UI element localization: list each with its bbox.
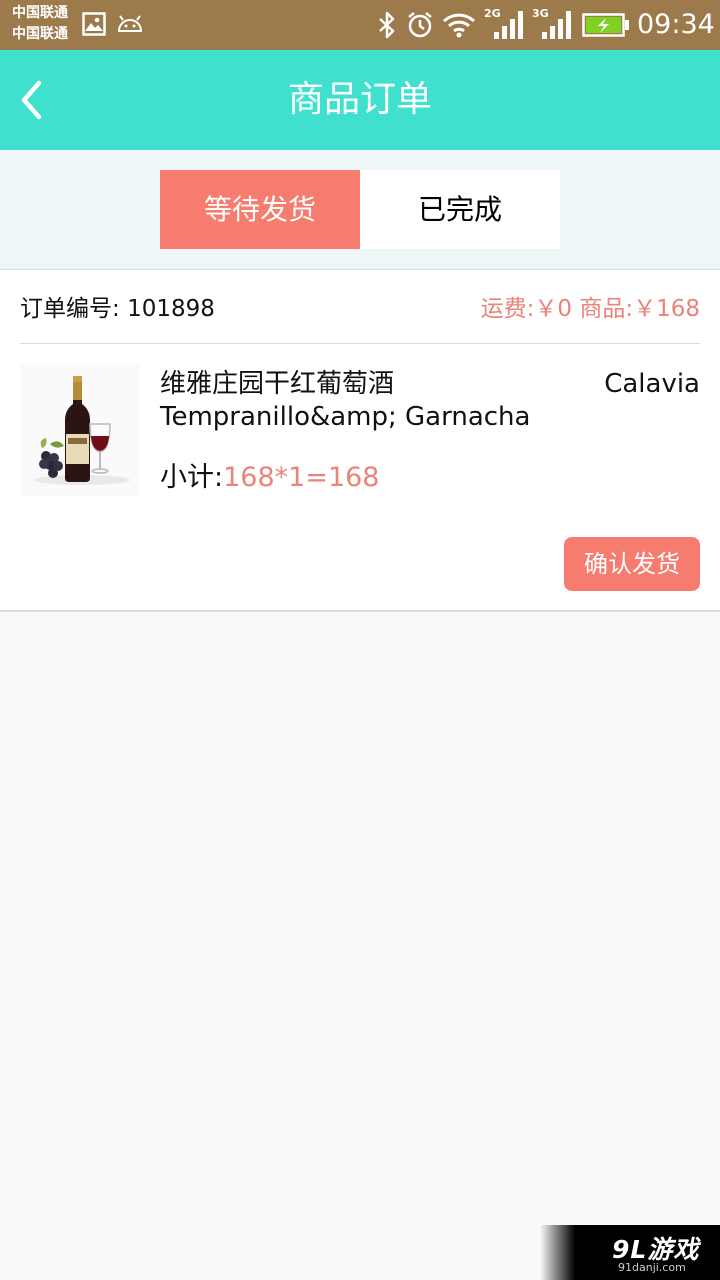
order-fees: 运费:￥0 商品:￥168 bbox=[480, 296, 700, 322]
tab-pending-shipment[interactable]: 等待发货 bbox=[160, 170, 360, 249]
status-bar: 中国联通 中国联通 2G 3G 09:34 bbox=[0, 0, 720, 50]
product-name[interactable]: 维雅庄园干红葡萄酒 Tempranillo&amp; Garnacha bbox=[160, 368, 580, 434]
subtotal-value: 168*1=168 bbox=[223, 462, 380, 493]
watermark-url: 91danji.com bbox=[618, 1261, 686, 1274]
order-card: 订单编号: 101898 运费:￥0 商品:￥168 维雅庄园干红葡萄酒 Tem… bbox=[0, 270, 720, 612]
subtotal-label: 小计: bbox=[160, 462, 224, 493]
page-title: 商品订单 bbox=[287, 79, 432, 120]
confirm-shipment-button[interactable]: 确认发货 bbox=[564, 537, 700, 591]
subtotal: 小计:168*1=168 bbox=[160, 460, 379, 496]
carrier-label-2: 中国联通 bbox=[12, 26, 68, 42]
wine-bottle-image[interactable] bbox=[20, 364, 140, 496]
signal-icon bbox=[494, 11, 523, 39]
signal-icon bbox=[542, 11, 571, 39]
tab-completed[interactable]: 已完成 bbox=[360, 170, 560, 249]
divider bbox=[20, 343, 700, 344]
gallery-icon bbox=[82, 12, 106, 36]
order-id: 订单编号: 101898 bbox=[20, 294, 215, 324]
order-id-label: 订单编号: bbox=[20, 296, 120, 322]
carrier-label-1: 中国联通 bbox=[12, 5, 68, 21]
clock: 09:34 bbox=[637, 9, 715, 40]
product-brand: Calavia bbox=[604, 369, 700, 399]
order-tabs: 等待发货 已完成 bbox=[0, 150, 720, 270]
order-id-value: 101898 bbox=[127, 296, 215, 322]
bluetooth-icon bbox=[379, 11, 395, 39]
wifi-icon bbox=[442, 13, 476, 38]
title-bar: 商品订单 bbox=[0, 50, 720, 150]
android-icon bbox=[117, 15, 143, 32]
battery-charging-icon bbox=[582, 13, 629, 37]
carrier-info: 中国联通 中国联通 bbox=[12, 3, 68, 45]
alarm-icon bbox=[408, 12, 432, 38]
watermark: 9L游戏 91danji.com bbox=[540, 1225, 720, 1280]
